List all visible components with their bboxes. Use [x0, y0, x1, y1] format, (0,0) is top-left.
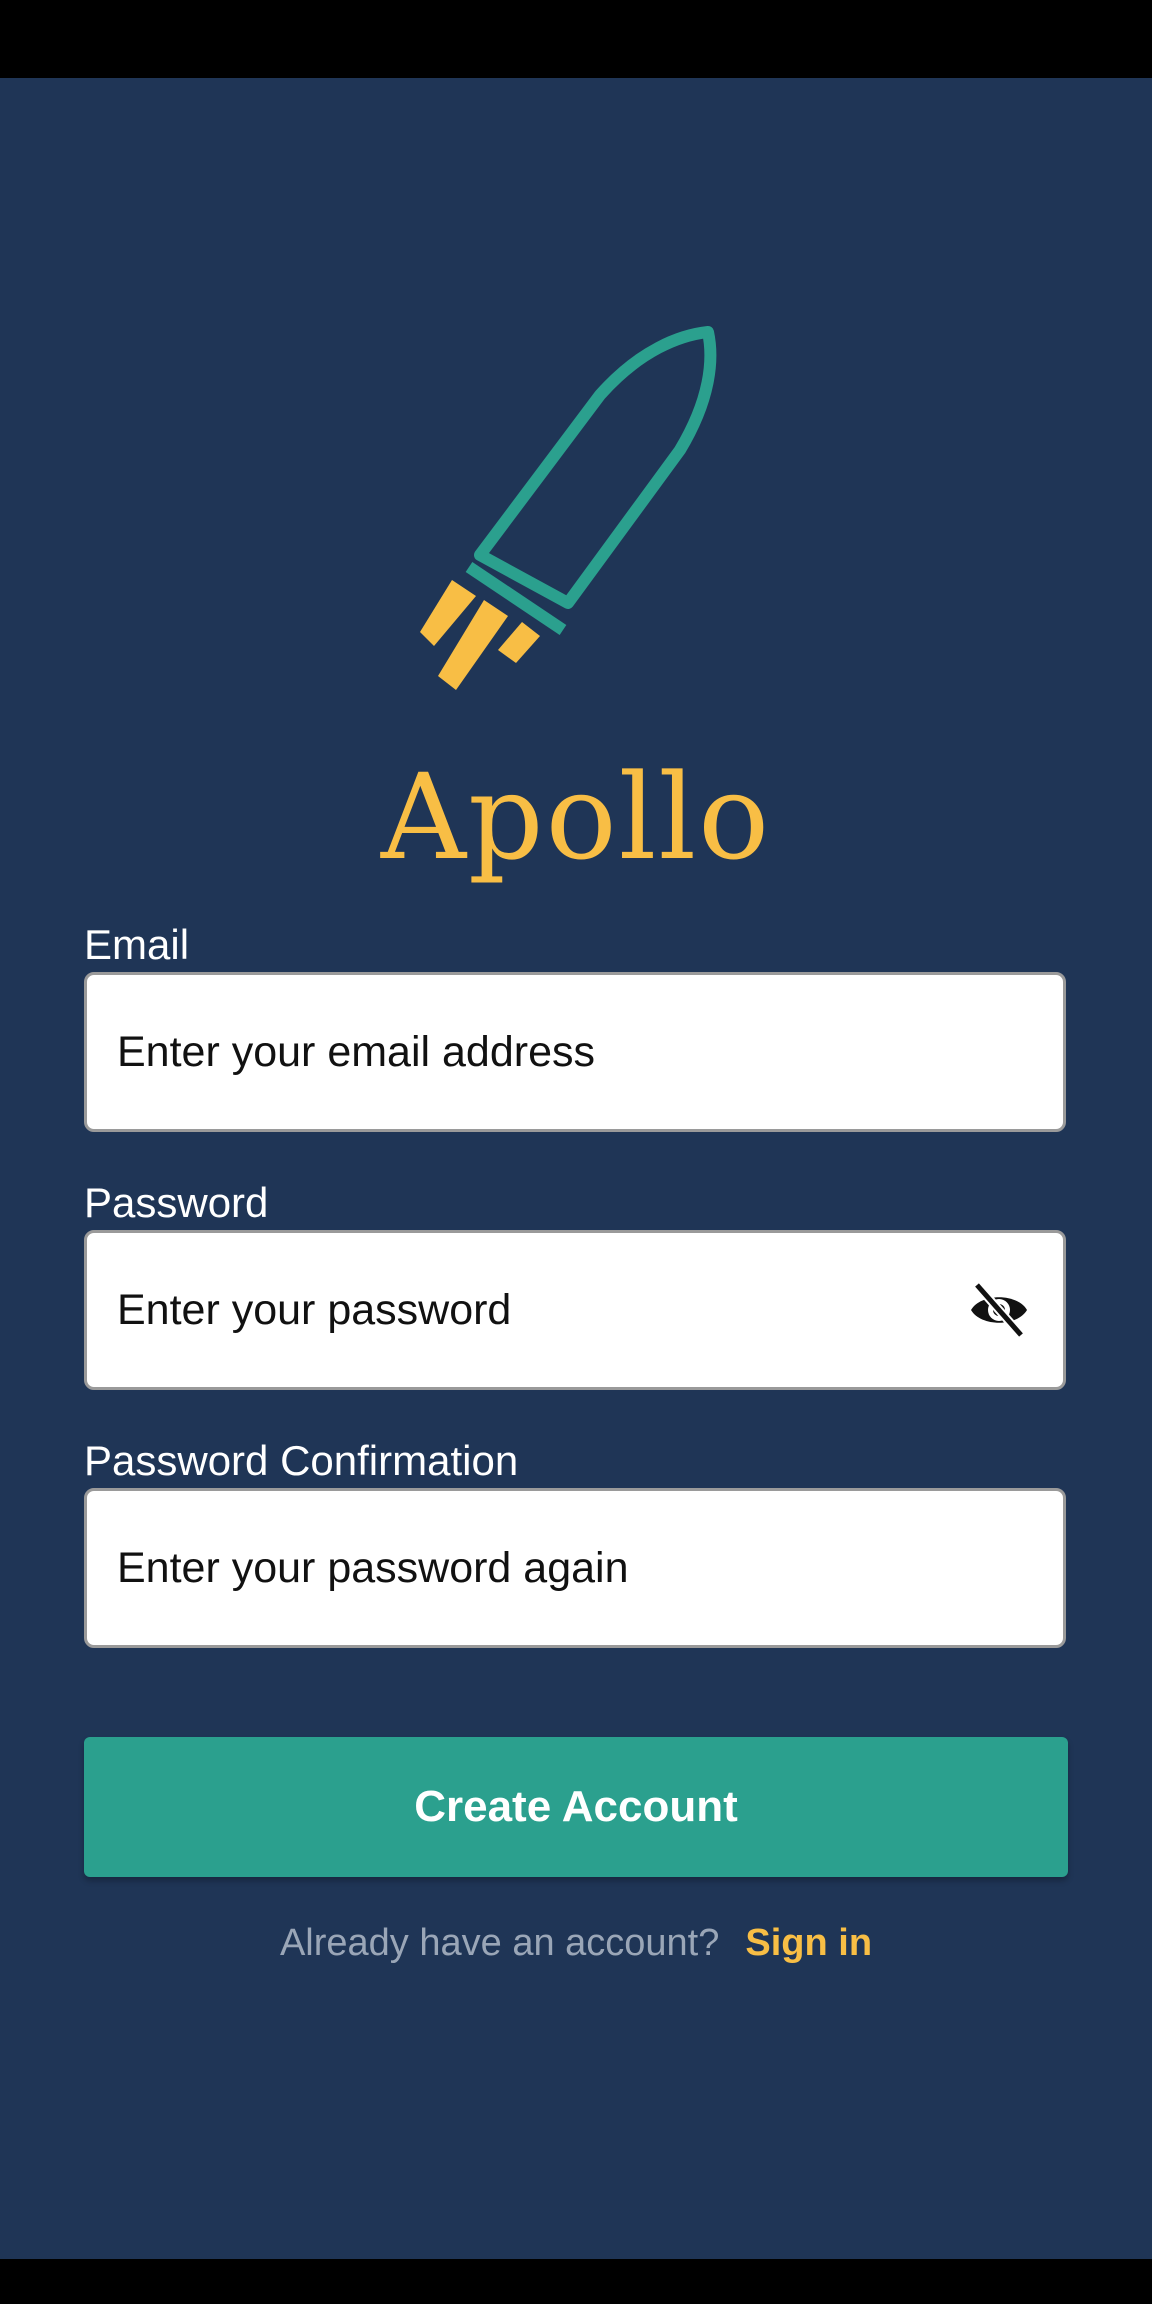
password-confirmation-field[interactable]	[117, 1491, 977, 1645]
email-field-container	[84, 972, 1066, 1132]
app-name: Apollo	[380, 748, 772, 886]
password-field-container	[84, 1230, 1066, 1390]
signin-prompt: Already have an account?	[279, 1922, 720, 1964]
password-label: Password	[84, 1179, 269, 1226]
signin-row: Already have an account? Sign in	[0, 1918, 1152, 1968]
password-confirmation-field-container	[84, 1488, 1066, 1648]
password-field[interactable]	[117, 1233, 977, 1387]
password-confirmation-label: Password Confirmation	[84, 1437, 519, 1484]
eye-off-icon[interactable]	[967, 1281, 1031, 1339]
create-account-button[interactable]: Create Account	[84, 1737, 1068, 1877]
email-field[interactable]	[117, 975, 977, 1129]
email-label: Email	[84, 921, 190, 968]
navigation-bar	[0, 2259, 1152, 2304]
signin-link[interactable]: Sign in	[745, 1922, 872, 1964]
status-bar	[0, 0, 1152, 78]
rocket-icon	[420, 326, 717, 690]
